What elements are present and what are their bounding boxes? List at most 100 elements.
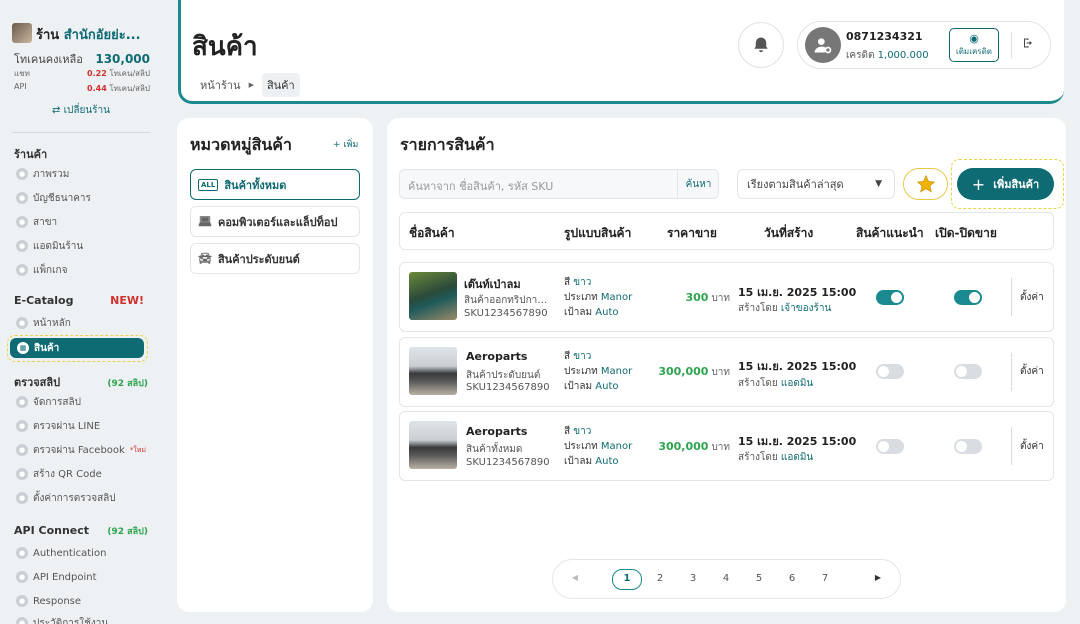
breadcrumb-home[interactable]: หน้าร้าน [200, 76, 241, 94]
sort-select[interactable]: เรียงตามสินค้าล่าสุด ▼ [737, 169, 895, 199]
divider [1011, 32, 1012, 58]
product-name: เต๊นท์เป่าลม [464, 278, 521, 291]
product-sku: SKU1234567890 [466, 382, 550, 393]
sidebar-item-facebook[interactable]: ● ตรวจผ่าน Facebook *ใหม่ [16, 441, 148, 459]
page-7[interactable]: 7 [815, 573, 835, 584]
sidebar-item-auth[interactable]: ● Authentication [16, 544, 148, 562]
page-6[interactable]: 6 [782, 573, 802, 584]
column-price: ราคาขาย [667, 226, 717, 240]
sidebar-item-overview[interactable]: ● ภาพรวม [16, 165, 148, 183]
sidebar-item-branch[interactable]: ● สาขา [16, 213, 148, 231]
search-placeholder: ค้นหาจาก ชื่อสินค้า, รหัส SKU [408, 180, 554, 193]
divider [1011, 427, 1012, 465]
sidebar-item-label: ตรวจผ่าน Facebook [33, 444, 125, 456]
sidebar-item-manage-slip[interactable]: ● จัดการสลิป [16, 393, 148, 411]
category-computer[interactable]: 💻︎ คอมพิวเตอร์และแล็ปท็อป [190, 206, 360, 237]
category-all[interactable]: ALL สินค้าทั้งหมด [190, 169, 360, 200]
page-2[interactable]: 2 [650, 573, 670, 584]
created-by: สร้างโดย เจ้าของร้าน [738, 301, 831, 316]
slip-icon: ● [16, 396, 28, 408]
all-icon: ALL [198, 178, 219, 191]
token-value: 130,000 [95, 52, 150, 66]
page-5[interactable]: 5 [749, 573, 769, 584]
created-by-label: สร้างโดย [738, 378, 778, 389]
car-icon: 🚘︎ [198, 252, 212, 265]
response-icon: ● [16, 595, 28, 607]
facebook-icon: ● [16, 444, 28, 456]
search-button[interactable]: ค้นหา [677, 169, 719, 199]
product-name: Aeroparts [466, 350, 528, 363]
sale-toggle[interactable] [954, 439, 982, 454]
next-page-icon[interactable]: ▶ [868, 573, 888, 582]
sidebar-item-package[interactable]: ● แพ็กเกจ [16, 261, 148, 279]
format-value: Manor [600, 292, 633, 303]
sidebar-item-bank[interactable]: ● บัญชีธนาคาร [16, 189, 148, 207]
section-api-label: API Connect [14, 524, 90, 537]
bell-icon [754, 37, 768, 53]
section-api: API Connect (92 สลิป) [14, 524, 148, 538]
format-label: สี [564, 277, 571, 288]
sidebar-item-label: สร้าง QR Code [33, 468, 102, 480]
page-1[interactable]: 1 [612, 569, 642, 590]
sidebar-item-endpoint[interactable]: ● API Endpoint [16, 568, 148, 586]
recommended-toggle[interactable] [876, 439, 904, 454]
page-title: สินค้า [192, 32, 258, 62]
created-date: 15 เม.ย. 2025 15:00 [738, 435, 857, 448]
chat-value: 0.22 [87, 69, 107, 78]
api-count: (92 สลิป) [107, 527, 148, 537]
category-label: สินค้าทั้งหมด [224, 178, 287, 192]
sidebar-item-home[interactable]: ● หน้าหลัก [16, 314, 148, 332]
format-label: ประเภท [564, 441, 598, 452]
topup-button[interactable]: ◉ เติมเครดิต [949, 28, 999, 62]
sidebar-item-line[interactable]: ● ตรวจผ่าน LINE [16, 417, 148, 435]
sidebar-item-products[interactable]: ▦ สินค้า [10, 338, 144, 358]
sidebar-item-label: แพ็กเกจ [33, 264, 68, 276]
chat-rate: แชท 0.22 โทเคน/สลิป [14, 67, 150, 80]
sale-toggle[interactable] [954, 364, 982, 379]
facebook-new-badge: *ใหม่ [129, 445, 146, 454]
column-recommended: สินค้าแนะนำ [856, 226, 924, 240]
category-car[interactable]: 🚘︎ สินค้าประดับยนต์ [190, 243, 360, 274]
price-value: 300,000 [658, 365, 709, 378]
sidebar-item-qr[interactable]: ● สร้าง QR Code [16, 465, 148, 483]
format-value: Auto [595, 456, 619, 467]
shop-name[interactable]: ร้าน สำนักอัยย่ะ... [36, 24, 141, 45]
credit-value: 1,000.000 [877, 50, 929, 61]
column-format: รูปแบบสินค้า [564, 226, 632, 240]
sidebar-item-response[interactable]: ● Response [16, 592, 148, 610]
sidebar-item-label: ภาพรวม [33, 168, 70, 180]
shop-name-text: สำนักอัยย่ะ... [63, 28, 141, 43]
sidebar-item-label: ประวัติการใช้งาน [33, 617, 109, 624]
favorite-filter-button[interactable] [903, 168, 948, 200]
sidebar-item-history[interactable]: ● ประวัติการใช้งาน [16, 614, 148, 624]
sale-toggle[interactable] [954, 290, 982, 305]
product-format: สี ขาว ประเภท Manor เป้าลม Auto [564, 349, 632, 394]
settings-button[interactable]: ตั้งค่า [1020, 290, 1044, 305]
divider [1011, 353, 1012, 391]
new-badge: NEW! [110, 294, 144, 307]
page-4[interactable]: 4 [716, 573, 736, 584]
recommended-toggle[interactable] [876, 290, 904, 305]
column-created: วันที่สร้าง [764, 226, 814, 240]
add-category-button[interactable]: + เพิ่ม [333, 137, 358, 151]
logout-button[interactable] [1022, 37, 1034, 52]
add-product-button[interactable]: + เพิ่มสินค้า [957, 168, 1054, 200]
product-name: Aeroparts [466, 425, 528, 438]
notification-button[interactable] [738, 22, 784, 68]
price-value: 300,000 [658, 440, 709, 453]
switch-shop-link[interactable]: ⇄ เปลี่ยนร้าน [0, 103, 162, 118]
format-value: Auto [595, 381, 619, 392]
page-3[interactable]: 3 [683, 573, 703, 584]
product-sku: SKU1234567890 [466, 457, 550, 468]
sidebar-item-admin[interactable]: ● แอดมินร้าน [16, 237, 148, 255]
sidebar-item-verify-settings[interactable]: ● ตั้งค่าการตรวจสลิป [16, 489, 148, 507]
created-date: 15 เม.ย. 2025 15:00 [738, 286, 857, 299]
prev-page-icon[interactable]: ◀ [565, 573, 585, 582]
user-avatar[interactable] [805, 27, 841, 63]
recommended-toggle[interactable] [876, 364, 904, 379]
settings-button[interactable]: ตั้งค่า [1020, 439, 1044, 454]
logout-icon [1024, 38, 1032, 48]
settings-button[interactable]: ตั้งค่า [1020, 364, 1044, 379]
price-unit: บาท [711, 367, 730, 378]
token-balance: โทเคนคงเหลือ 130,000 [14, 50, 150, 68]
